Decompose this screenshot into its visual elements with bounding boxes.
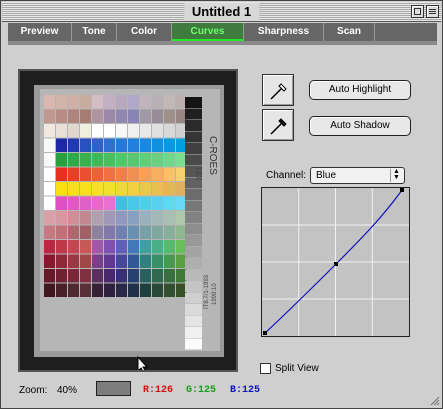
tab-preview[interactable]: Preview: [8, 23, 72, 41]
channel-value: Blue: [316, 170, 337, 181]
collapse-box-icon[interactable]: [426, 5, 439, 18]
curve-editor[interactable]: [261, 187, 410, 337]
resize-grip-icon[interactable]: [428, 394, 440, 406]
zoom-value: 40%: [57, 385, 78, 396]
curve-graph: [262, 188, 409, 336]
channel-select[interactable]: Blue ▲ ▼: [310, 167, 405, 184]
target-label-film: T2X: [194, 166, 203, 181]
sample-color-swatch: [96, 381, 131, 396]
target-label-date: 1999:10: [212, 283, 218, 305]
split-view-checkbox[interactable]: [260, 363, 271, 374]
eyedropper-white-icon: [270, 83, 287, 100]
it8-target-image: C-ROES T2X IT8.7/1-1993 1999:10: [20, 71, 236, 370]
target-label-main: C-ROES: [207, 136, 218, 175]
updown-arrows-icon: ▲ ▼: [390, 168, 402, 182]
auto-shadow-button[interactable]: Auto Shadow: [309, 116, 411, 136]
tab-sharpness[interactable]: Sharpness: [244, 23, 324, 41]
target-label-std: IT8.7/1-1993: [204, 274, 210, 309]
eyedropper-black-icon: [270, 118, 287, 135]
curve-point-shadow[interactable]: [263, 331, 267, 335]
split-view-label: Split View: [275, 363, 319, 374]
preview-image[interactable]: C-ROES T2X IT8.7/1-1993 1999:10: [18, 69, 238, 372]
green-readout: G:125: [186, 385, 217, 396]
shadow-eyedropper[interactable]: [262, 109, 294, 141]
tab-curves[interactable]: Curves: [172, 23, 244, 41]
zoom-box-icon[interactable]: [411, 5, 424, 18]
tab-scan[interactable]: Scan: [324, 23, 375, 41]
tab-bar: Preview Tone Color Curves Sharpness Scan: [8, 23, 437, 41]
scanner-window: Untitled 1 Preview Tone Color Curves Sha…: [0, 0, 443, 409]
title-bar[interactable]: Untitled 1: [2, 2, 441, 22]
channel-label: Channel:: [266, 170, 307, 181]
red-readout: R:126: [143, 385, 174, 396]
highlight-eyedropper[interactable]: [262, 74, 294, 106]
window-title: Untitled 1: [183, 3, 260, 21]
zoom-label: Zoom:: [19, 385, 48, 396]
tab-color[interactable]: Color: [117, 23, 172, 41]
curve-point-highlight[interactable]: [400, 188, 404, 192]
auto-highlight-button[interactable]: Auto Highlight: [309, 80, 411, 100]
curve-point-mid[interactable]: [334, 262, 338, 266]
tab-underline: [8, 41, 437, 45]
blue-readout: B:125: [230, 385, 261, 396]
tab-tone[interactable]: Tone: [72, 23, 117, 41]
